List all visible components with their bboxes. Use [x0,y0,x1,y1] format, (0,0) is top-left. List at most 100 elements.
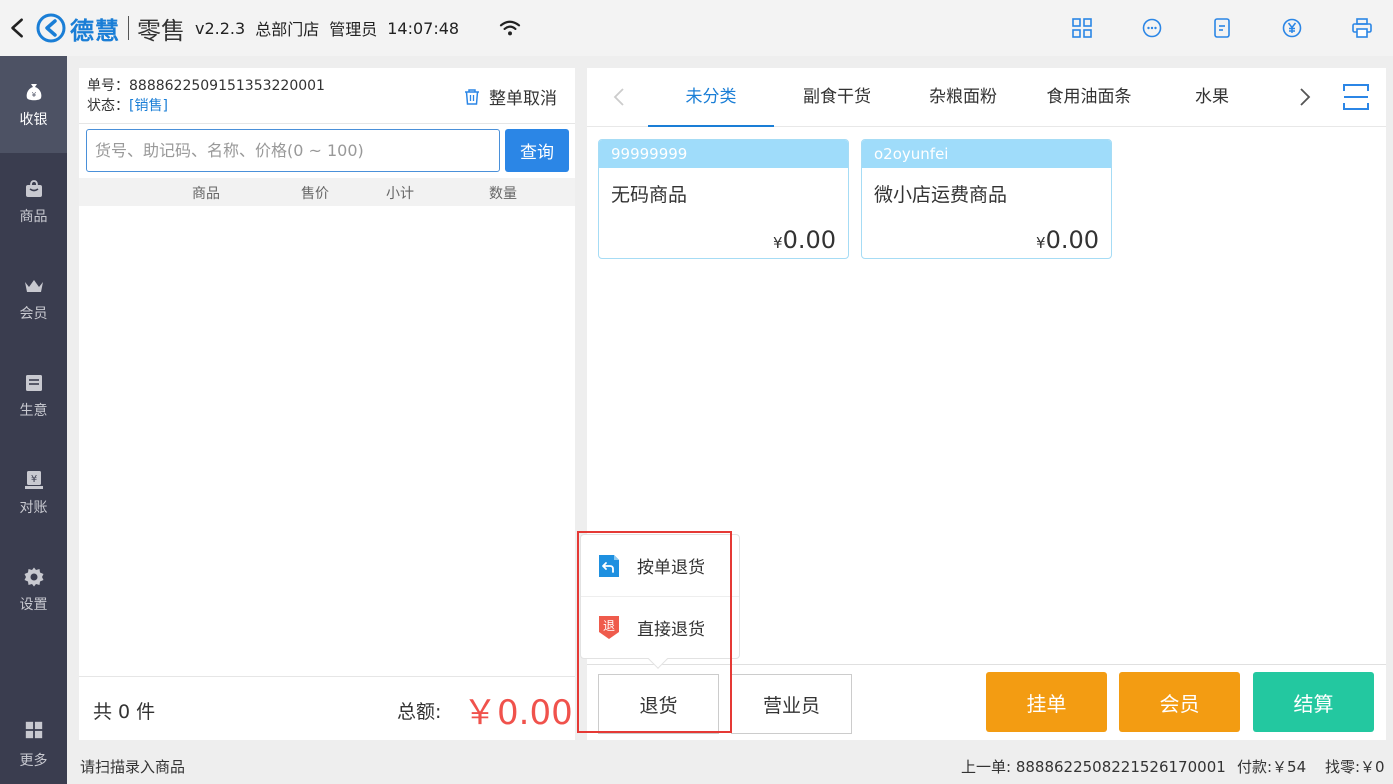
gear-icon [24,567,43,586]
back-button[interactable] [0,0,36,56]
order-status: [销售] [129,98,168,114]
sidebar-item-business[interactable]: 生意 [0,347,67,444]
sidebar-item-more[interactable]: 更多 [0,720,67,770]
product-code: o2oyunfei [862,140,1111,168]
sidebar-item-reconcile[interactable]: ¥ 对账 [0,444,67,541]
tab-grains-flour[interactable]: 杂粮面粉 [900,68,1026,127]
cart-summary: 共 0 件 总额: ￥0.00 [79,676,575,740]
search-button[interactable]: 查询 [505,129,569,172]
document-icon[interactable] [1211,17,1233,39]
bag-icon [25,179,42,197]
sidebar: ¥ 收银 商品 会员 生意 ¥ 对账 设置 更多 [0,56,67,784]
price-value: 0.00 [1045,226,1099,254]
yen-box-icon: ¥ [24,470,43,489]
sidebar-item-label: 生意 [19,402,48,419]
tab-dry-goods[interactable]: 副食干货 [774,68,900,127]
wifi-icon [499,20,521,36]
return-by-order-item[interactable]: 按单退货 [581,535,739,596]
last-payment: 付款:￥54 [1237,758,1307,776]
chevron-right-icon[interactable] [1297,86,1313,108]
hold-order-button[interactable]: 挂单 [986,672,1107,732]
order-number-label: 单号： [87,78,129,94]
column-header-subtotal: 小计 [386,186,414,202]
column-header-price: 售价 [301,186,329,202]
direct-return-label: 直接退货 [637,619,705,640]
column-header-product: 商品 [192,186,220,202]
status-bar: 请扫描录入商品 上一单: 8888622508221526170001 付款:￥… [67,748,1393,784]
total-amount: ￥0.00 [463,693,573,733]
sidebar-item-label: 对账 [19,499,48,516]
brand-logo-icon [36,13,66,43]
trash-icon [465,88,479,105]
checkout-button[interactable]: 结算 [1253,672,1374,732]
crown-icon [24,279,43,292]
order-status-label: 状态： [87,98,129,114]
member-button[interactable]: 会员 [1119,672,1240,732]
action-bar: 退货 营业员 挂单 会员 结算 [587,664,1386,740]
product-name: 无码商品 [611,184,688,206]
chat-icon[interactable] [1141,17,1163,39]
last-change: 找零:￥0 [1325,758,1385,776]
sidebar-item-cashier[interactable]: ¥ 收银 [0,56,67,153]
cancel-order-button[interactable]: 整单取消 [463,84,557,109]
product-code: 99999999 [599,140,848,168]
clock: 14:07:48 [387,18,460,38]
sidebar-item-settings[interactable]: 设置 [0,541,67,638]
yen-circle-icon[interactable] [1281,17,1303,39]
direct-return-item[interactable]: 退 直接退货 [581,596,739,657]
product-card[interactable]: o2oyunfei 微小店运费商品 ¥0.00 [861,139,1112,259]
cart-table-header: 商品 售价 小计 数量 [79,178,575,206]
product-card[interactable]: 99999999 无码商品 ¥0.00 [598,139,849,259]
register-icon [25,374,42,391]
tab-fruit[interactable]: 水果 [1152,68,1272,127]
return-document-icon [599,554,619,577]
return-menu: 按单退货 退 直接退货 [580,534,740,669]
sidebar-item-label: 收银 [19,111,48,128]
sidebar-item-products[interactable]: 商品 [0,153,67,250]
divider [79,123,575,124]
grid-icon [25,721,42,739]
app-version: v2.2.3 [195,18,246,38]
search-input[interactable] [86,129,500,172]
printer-icon[interactable] [1351,17,1373,39]
price-value: 0.00 [782,226,836,254]
brand-name: 德慧 [70,16,120,45]
sidebar-item-label: 更多 [19,753,48,769]
svg-text:退: 退 [603,619,615,633]
sidebar-item-label: 设置 [19,596,48,613]
chevron-left-icon [11,18,23,38]
svg-text:¥: ¥ [30,474,36,485]
order-info: 单号：8888622509151353220001 状态：[销售] [87,76,325,116]
currency-symbol: ¥ [773,234,783,252]
clerk-button[interactable]: 营业员 [731,674,852,734]
toolbar-icons [1071,0,1373,56]
cancel-order-label: 整单取消 [489,89,557,109]
tab-oil-noodles[interactable]: 食用油面条 [1026,68,1152,127]
total-label: 总额: [397,701,442,723]
chevron-left-icon[interactable] [611,86,627,108]
title-separator [128,16,129,40]
user-role: 管理员 [329,20,378,39]
product-price: ¥0.00 [1036,226,1099,254]
sidebar-item-label: 会员 [19,305,48,322]
column-header-quantity: 数量 [489,186,517,202]
return-by-order-label: 按单退货 [637,558,705,578]
store-name: 总部门店 [255,20,320,39]
order-number: 8888622509151353220001 [129,78,325,94]
category-tabs: 未分类 副食干货 杂粮面粉 食用油面条 水果 [587,68,1386,127]
return-button[interactable]: 退货 [598,674,719,734]
item-count: 共 0 件 [93,701,156,723]
currency-symbol: ¥ [1036,234,1046,252]
top-bar: 德慧 零售 v2.2.3 总部门店 管理员 14:07:48 [0,0,1393,56]
sidebar-item-label: 商品 [19,208,48,225]
grid-icon[interactable] [1071,17,1093,39]
sidebar-item-members[interactable]: 会员 [0,250,67,347]
scan-icon[interactable] [1342,82,1370,112]
money-bag-icon: ¥ [26,83,41,100]
tab-uncategorized[interactable]: 未分类 [648,68,774,127]
product-name: 微小店运费商品 [874,184,1008,206]
return-badge-icon: 退 [599,616,619,639]
scan-hint: 请扫描录入商品 [80,758,186,776]
last-order: 上一单: 8888622508221526170001 [961,758,1226,776]
product-price: ¥0.00 [773,226,836,254]
